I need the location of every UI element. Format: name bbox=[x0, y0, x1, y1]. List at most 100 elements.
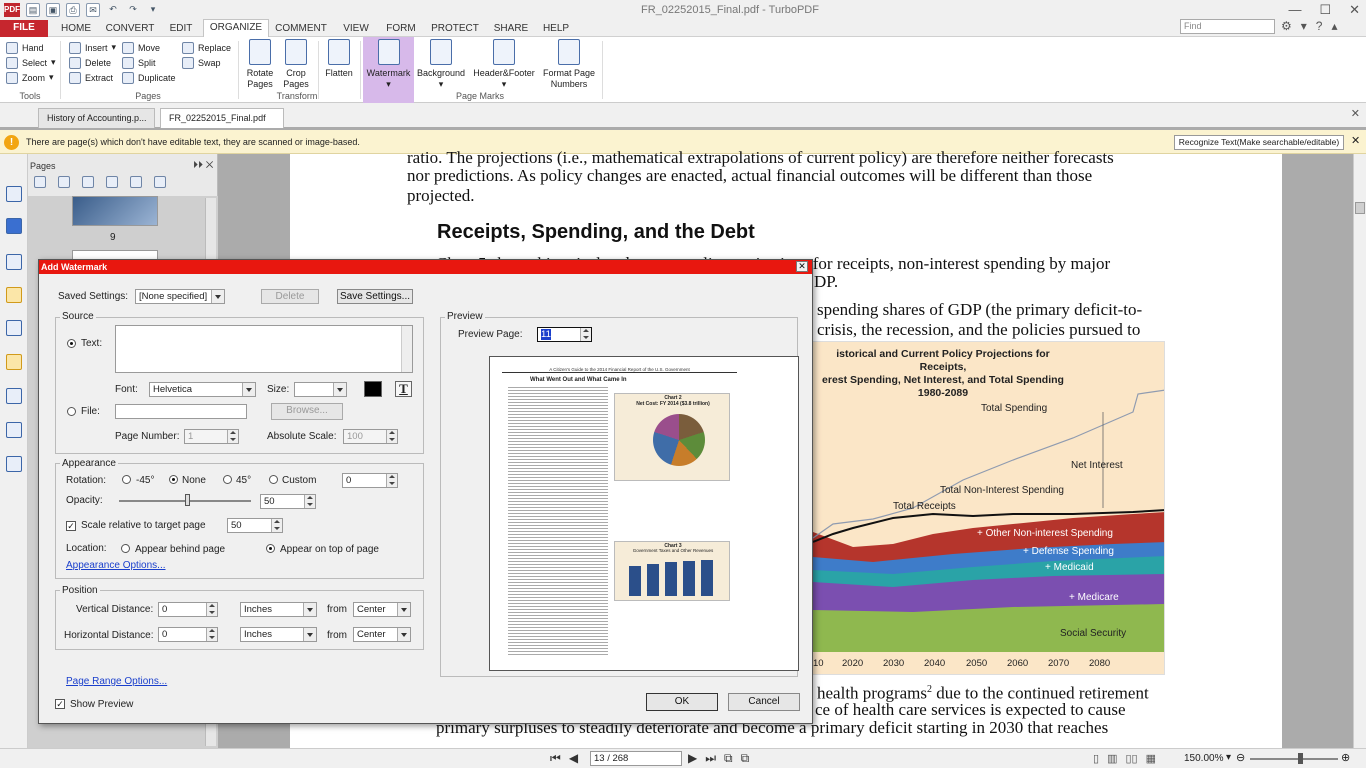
tab-view[interactable]: VIEW bbox=[337, 21, 375, 37]
zoom-slider-handle[interactable] bbox=[1298, 753, 1303, 764]
last-page-icon[interactable]: ⏭ bbox=[705, 751, 716, 766]
tab-convert[interactable]: CONVERT bbox=[103, 21, 157, 37]
hand-tool-button[interactable]: Hand bbox=[6, 40, 56, 55]
zoom-tool-button[interactable]: Zoom ▾ bbox=[6, 70, 56, 85]
tab-home[interactable]: HOME bbox=[56, 21, 96, 37]
text-format-icon[interactable]: T bbox=[395, 381, 412, 397]
show-preview-checkbox[interactable]: ✓ bbox=[55, 699, 65, 709]
browse-button[interactable]: Browse... bbox=[271, 403, 343, 420]
save-icon[interactable]: ▣ bbox=[46, 3, 60, 17]
replace-button[interactable]: Replace bbox=[182, 40, 231, 55]
scale-relative-input[interactable]: 50 bbox=[227, 518, 283, 533]
font-select[interactable]: Helvetica bbox=[149, 382, 256, 397]
tab-file[interactable]: FILE bbox=[0, 20, 48, 37]
search-tool-icon[interactable] bbox=[6, 456, 22, 472]
pages-icon[interactable] bbox=[6, 218, 22, 234]
rotation-minus45-radio[interactable] bbox=[122, 475, 131, 484]
preview-page-input[interactable]: 11 bbox=[537, 327, 592, 342]
facing-page-icon[interactable]: ▯▯ bbox=[1125, 752, 1137, 765]
zoom-in-icon[interactable]: ⊕ bbox=[1341, 751, 1350, 764]
rotation-none-radio[interactable] bbox=[169, 475, 178, 484]
chevron-down-icon[interactable]: ▾ bbox=[1301, 19, 1307, 33]
tab-help[interactable]: HELP bbox=[538, 21, 574, 37]
page-extract-icon[interactable] bbox=[106, 176, 118, 188]
opacity-input[interactable]: 50 bbox=[260, 494, 316, 509]
first-page-icon[interactable]: ⏮ bbox=[550, 751, 561, 766]
file-path-input[interactable] bbox=[115, 404, 247, 419]
vertical-distance-input[interactable]: 0 bbox=[158, 602, 218, 617]
crop-pages-button[interactable]: Crop Pages bbox=[281, 39, 311, 90]
appear-behind-radio[interactable] bbox=[121, 544, 130, 553]
close-document-icon[interactable]: ✕ bbox=[1351, 107, 1360, 120]
maximize-icon[interactable]: ☐ bbox=[1319, 2, 1331, 18]
continuous-facing-icon[interactable]: ▦ bbox=[1146, 752, 1156, 765]
page-rotate-icon[interactable] bbox=[130, 176, 142, 188]
tab-organize[interactable]: ORGANIZE bbox=[203, 19, 269, 37]
page-zoom-icon[interactable] bbox=[58, 176, 70, 188]
bookmarks-icon[interactable] bbox=[6, 186, 22, 202]
vertical-from-select[interactable]: Center bbox=[353, 602, 411, 617]
ribbon-collapse-icon[interactable]: ▴ bbox=[1331, 19, 1337, 33]
text-scrollbar[interactable] bbox=[401, 326, 412, 372]
file-source-radio[interactable] bbox=[67, 407, 76, 416]
fields-icon[interactable] bbox=[6, 422, 22, 438]
previous-page-icon[interactable]: ◀ bbox=[569, 751, 578, 766]
page-insert-icon[interactable] bbox=[82, 176, 94, 188]
page-number-field[interactable]: 13 / 268 bbox=[590, 751, 682, 766]
custom-rotation-input[interactable]: 0 bbox=[342, 473, 398, 488]
tab-comment[interactable]: COMMENT bbox=[272, 21, 330, 37]
tab-share[interactable]: SHARE bbox=[490, 21, 532, 37]
comments-icon[interactable] bbox=[6, 287, 22, 303]
horizontal-distance-input[interactable]: 0 bbox=[158, 627, 218, 642]
page-thumbnail[interactable] bbox=[72, 196, 158, 226]
vertical-unit-select[interactable]: Inches bbox=[240, 602, 317, 617]
close-notification-icon[interactable]: ✕ bbox=[1351, 134, 1360, 147]
minimize-icon[interactable]: — bbox=[1288, 2, 1301, 18]
absolute-scale-input[interactable]: 100 bbox=[343, 429, 398, 444]
print-icon[interactable]: ⎙ bbox=[66, 3, 80, 17]
watermark-button[interactable]: Watermark ▾ bbox=[365, 39, 412, 90]
undo-icon[interactable]: ↶ bbox=[106, 3, 120, 17]
tab-form[interactable]: FORM bbox=[381, 21, 421, 37]
opacity-slider-handle[interactable] bbox=[185, 494, 190, 506]
extract-button[interactable]: Extract bbox=[69, 70, 116, 85]
appear-on-top-radio[interactable] bbox=[266, 544, 275, 553]
search-input[interactable]: Find bbox=[1180, 19, 1275, 34]
document-scrollbar[interactable] bbox=[1353, 154, 1366, 748]
split-button[interactable]: Split bbox=[122, 55, 176, 70]
rotate-pages-button[interactable]: Rotate Pages bbox=[244, 39, 276, 90]
previous-view-icon[interactable]: ⧉ bbox=[724, 751, 733, 766]
watermark-text-input[interactable] bbox=[115, 325, 413, 373]
rotation-45-radio[interactable] bbox=[223, 475, 232, 484]
zoom-slider[interactable] bbox=[1250, 758, 1338, 760]
tab-edit[interactable]: EDIT bbox=[163, 21, 199, 37]
continuous-page-icon[interactable]: ▥ bbox=[1107, 752, 1117, 765]
save-settings-button[interactable]: Save Settings... bbox=[337, 289, 413, 304]
duplicate-button[interactable]: Duplicate bbox=[122, 70, 176, 85]
flatten-button[interactable]: Flatten bbox=[322, 39, 356, 79]
page-range-options-link[interactable]: Page Range Options... bbox=[66, 676, 167, 687]
horizontal-unit-select[interactable]: Inches bbox=[240, 627, 317, 642]
rotation-custom-radio[interactable] bbox=[269, 475, 278, 484]
delete-page-button[interactable]: Delete bbox=[69, 55, 116, 70]
zoom-out-icon[interactable]: ⊖ bbox=[1236, 751, 1245, 764]
insert-button[interactable]: Insert ▾ bbox=[69, 40, 116, 55]
saved-settings-select[interactable]: [None specified] bbox=[135, 289, 225, 304]
close-icon[interactable]: ✕ bbox=[1349, 2, 1360, 18]
page-number-input[interactable]: 1 bbox=[184, 429, 239, 444]
text-source-radio[interactable] bbox=[67, 339, 76, 348]
size-select[interactable] bbox=[294, 382, 347, 397]
redo-icon[interactable]: ↷ bbox=[126, 3, 140, 17]
next-view-icon[interactable]: ⧉ bbox=[741, 751, 750, 766]
zoom-dropdown-icon[interactable]: ▾ bbox=[1226, 752, 1231, 763]
attachments-icon[interactable] bbox=[6, 320, 22, 336]
appearance-options-link[interactable]: Appearance Options... bbox=[66, 560, 166, 571]
delete-settings-button[interactable]: Delete bbox=[261, 289, 319, 304]
header-footer-button[interactable]: Header&Footer ▾ bbox=[472, 39, 536, 90]
single-page-icon[interactable]: ▯ bbox=[1093, 752, 1099, 765]
scrollbar-thumb[interactable] bbox=[1355, 202, 1365, 214]
customize-icon[interactable]: ▾ bbox=[146, 3, 160, 17]
help-icon[interactable]: ? bbox=[1316, 19, 1323, 33]
move-button[interactable]: Move bbox=[122, 40, 176, 55]
background-button[interactable]: Background ▾ bbox=[416, 39, 466, 90]
